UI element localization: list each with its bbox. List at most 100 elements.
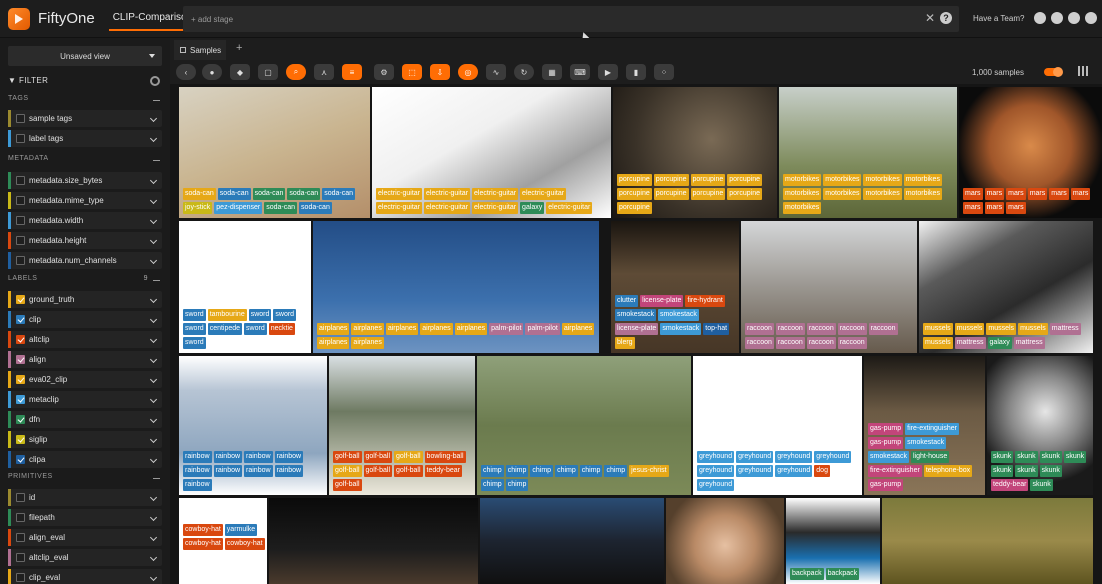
sample-tile[interactable]: mars mars mars mars mars mars mars mars mars (959, 87, 1102, 218)
sample-tile[interactable]: mussels mussels mussels mussels mattress muss… (919, 221, 1093, 353)
chevron-down-icon[interactable] (149, 114, 158, 123)
field-checkbox[interactable] (16, 395, 25, 404)
field-clipa[interactable]: clipa (8, 451, 162, 468)
field-checkbox[interactable] (16, 236, 25, 245)
docs-icon[interactable] (1085, 12, 1097, 24)
field-checkbox[interactable] (16, 216, 25, 225)
field-checkbox[interactable] (16, 355, 25, 364)
sample-tile[interactable]: airplanes airplanes airplanes airplanes airp… (313, 221, 599, 353)
chevron-down-icon[interactable] (149, 493, 158, 502)
chevron-down-icon[interactable] (149, 455, 158, 464)
visibility-toggle[interactable] (1044, 67, 1063, 77)
sample-tile[interactable]: chimp chimp chimp chimp chimp chimp jesus-chri… (477, 356, 691, 495)
section-primitives-header[interactable]: PRIMITIVES (8, 473, 162, 485)
color-palette-button[interactable]: ● (202, 64, 222, 80)
sample-tile[interactable]: golf-ball golf-ball golf-ball bowling-ball g… (329, 356, 475, 495)
gear-icon[interactable] (150, 76, 160, 86)
keyboard-button[interactable]: ⌨ (570, 64, 590, 80)
collapse-icon[interactable] (153, 280, 160, 281)
table-button[interactable]: ▦ (542, 64, 562, 80)
github-icon[interactable] (1068, 12, 1080, 24)
field-metadata-height[interactable]: metadata.height (8, 232, 162, 249)
clear-stages-icon[interactable]: ✕ (925, 11, 935, 25)
field-checkbox[interactable] (16, 415, 25, 424)
field-checkbox[interactable] (16, 455, 25, 464)
field-checkbox[interactable] (16, 295, 25, 304)
tab-samples[interactable]: Samples (174, 40, 226, 60)
chevron-down-icon[interactable] (149, 395, 158, 404)
sample-tile[interactable] (480, 498, 664, 584)
back-button[interactable]: ‹ (176, 64, 196, 80)
field-align-eval[interactable]: align_eval (8, 529, 162, 546)
embeddings-button[interactable]: ⁘ (654, 64, 674, 80)
field-dfn[interactable]: dfn (8, 411, 162, 428)
theme-icon[interactable] (1034, 12, 1046, 24)
chevron-down-icon[interactable] (149, 216, 158, 225)
sort-button[interactable]: ≡ (342, 64, 362, 80)
field-clip[interactable]: clip (8, 311, 162, 328)
field-metadata-size-bytes[interactable]: metadata.size_bytes (8, 172, 162, 189)
field-checkbox[interactable] (16, 533, 25, 542)
add-panel-button[interactable]: + (236, 42, 242, 54)
field-label-tags[interactable]: label tags (8, 130, 162, 147)
field-checkbox[interactable] (16, 435, 25, 444)
field-checkbox[interactable] (16, 256, 25, 265)
sample-tile[interactable]: soda-can soda-can soda-can soda-can soda-can… (179, 87, 370, 218)
sample-tile[interactable]: cowboy-hat yarmulke cowboy-hat cowboy-hat (179, 498, 267, 584)
chevron-down-icon[interactable] (149, 533, 158, 542)
saved-view-select[interactable]: Unsaved view (8, 46, 162, 66)
chevron-down-icon[interactable] (149, 256, 158, 265)
export-button[interactable]: ⇩ (430, 64, 450, 80)
sample-tile[interactable]: gas-pump fire-extinguisher gas-pump smokest… (864, 356, 985, 495)
search-button[interactable]: ⌕ (286, 64, 306, 80)
field-altclip-eval[interactable]: altclip_eval (8, 549, 162, 566)
chevron-down-icon[interactable] (149, 375, 158, 384)
link-button[interactable]: ∿ (486, 64, 506, 80)
chevron-down-icon[interactable] (149, 435, 158, 444)
collapse-icon[interactable] (153, 100, 160, 101)
chevron-down-icon[interactable] (149, 335, 158, 344)
grid-size-icon[interactable] (1078, 66, 1088, 76)
section-metadata-header[interactable]: METADATA (8, 155, 162, 167)
field-altclip[interactable]: altclip (8, 331, 162, 348)
operator-button[interactable]: ⬚ (402, 64, 422, 80)
field-sample-tags[interactable]: sample tags (8, 110, 162, 127)
view-stage-bar[interactable]: + add stage ✕ ? (183, 6, 959, 32)
sample-tile[interactable] (666, 498, 784, 584)
field-checkbox[interactable] (16, 493, 25, 502)
chart-button[interactable]: ▮ (626, 64, 646, 80)
refresh-button[interactable]: ↻ (514, 64, 534, 80)
field-metaclip[interactable]: metaclip (8, 391, 162, 408)
field-checkbox[interactable] (16, 114, 25, 123)
field-checkbox[interactable] (16, 176, 25, 185)
video-button[interactable]: ▶ (598, 64, 618, 80)
add-stage-input[interactable]: + add stage (191, 15, 233, 24)
chevron-down-icon[interactable] (149, 513, 158, 522)
patches-button[interactable]: ▢ (258, 64, 278, 80)
field-ground-truth[interactable]: ground_truth (8, 291, 162, 308)
brain-button[interactable]: ◎ (458, 64, 478, 80)
field-id[interactable]: id (8, 489, 162, 506)
collapse-icon[interactable] (153, 160, 160, 161)
help-icon[interactable]: ? (940, 12, 952, 24)
sample-tile[interactable]: electric-guitar electric-guitar electric-g… (372, 87, 611, 218)
field-checkbox[interactable] (16, 553, 25, 562)
chevron-down-icon[interactable] (149, 573, 158, 582)
field-checkbox[interactable] (16, 315, 25, 324)
sample-tile[interactable]: backpack backpack (786, 498, 880, 584)
field-siglip[interactable]: siglip (8, 431, 162, 448)
sample-tile[interactable]: porcupine porcupine porcupine porcupine porc… (613, 87, 777, 218)
chevron-down-icon[interactable] (149, 553, 158, 562)
chevron-down-icon[interactable] (149, 134, 158, 143)
section-tags-header[interactable]: TAGS (8, 95, 162, 107)
fiftyone-logo[interactable] (8, 7, 30, 30)
field-checkbox[interactable] (16, 573, 25, 582)
field-clip-eval[interactable]: clip_eval (8, 569, 162, 584)
sample-tile[interactable]: sword tambourine sword sword sword centipede s… (179, 221, 311, 353)
tag-button[interactable]: ◆ (230, 64, 250, 80)
field-checkbox[interactable] (16, 196, 25, 205)
chevron-down-icon[interactable] (149, 196, 158, 205)
sample-tile[interactable]: greyhound greyhound greyhound greyhound grey… (693, 356, 862, 495)
field-checkbox[interactable] (16, 335, 25, 344)
field-metadata-width[interactable]: metadata.width (8, 212, 162, 229)
